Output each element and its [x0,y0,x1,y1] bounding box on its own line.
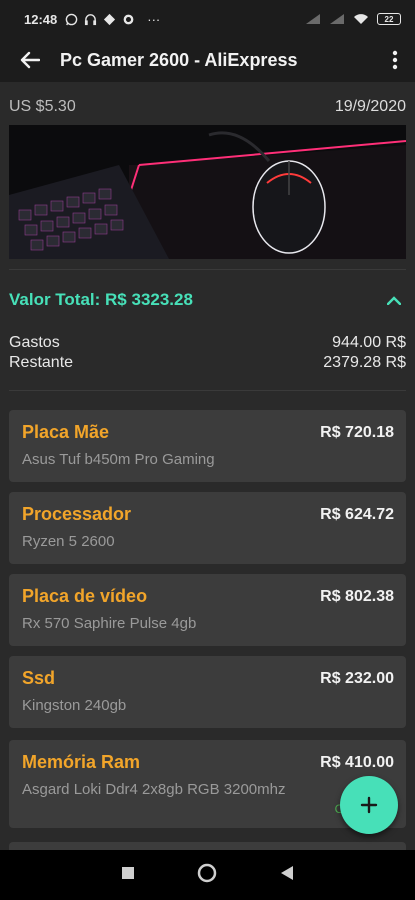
item-detail: Asgard Loki Ddr4 2x8gb RGB 3200mhz [22,781,286,798]
recents-button[interactable] [121,866,135,885]
collapse-button[interactable] [382,288,406,312]
item-detail: Kingston 240gb [22,697,127,714]
item-name: Processador [22,504,132,524]
arrow-back-icon [20,51,40,69]
item-price: R$ 720.18 [320,424,394,441]
headphones-icon [85,13,97,25]
spent-value: 944.00 R$ [332,334,406,351]
total-value: Valor Total: R$ 3323.28 [9,290,193,309]
page-title: Pc Gamer 2600 - AliExpress [60,49,298,70]
overflow-menu-button[interactable] [375,38,415,82]
list-item[interactable]: Ssd Kingston 240gb R$ 232.00 [9,656,406,728]
back-button[interactable] [0,38,60,82]
add-item-button[interactable] [340,776,398,834]
item-name: Placa de vídeo [22,586,148,606]
signal-icon [306,14,320,24]
item-name: Ssd [22,668,56,688]
remaining-label: Restante [9,354,74,371]
build-banner-image [9,125,406,259]
circle-icon [198,863,217,882]
list-item[interactable]: Placa Mãe Asus Tuf b450m Pro Gaming R$ 7… [9,410,406,482]
status-time: 12:48 [24,11,58,27]
home-button[interactable] [197,863,217,888]
divider [9,269,406,270]
status-bar: 12:48 ··· 22 [0,0,415,38]
build-date: 19/9/2020 [334,98,406,115]
item-price: R$ 410.00 [320,754,394,771]
content-area[interactable]: US $5.30 19/9/2020 Valor Total: R$ 3323.… [0,82,415,850]
system-navigation-bar [0,850,415,900]
app-bar: Pc Gamer 2600 - AliExpress [0,38,415,82]
list-item[interactable]: Processador Ryzen 5 2600 R$ 624.72 [9,492,406,564]
list-item[interactable] [9,842,406,850]
square-icon [122,866,135,879]
item-price: R$ 232.00 [320,670,394,687]
more-notifications-icon: ··· [147,11,161,27]
chevron-up-icon [387,295,401,305]
item-detail: Ryzen 5 2600 [22,533,115,550]
item-price: R$ 802.38 [320,588,394,605]
wifi-icon [354,14,368,24]
item-detail: Rx 570 Saphire Pulse 4gb [22,615,197,632]
more-vert-icon [392,50,398,70]
item-detail: Asus Tuf b450m Pro Gaming [22,451,215,468]
plus-icon [360,796,378,814]
system-icons: 22 [305,13,401,25]
item-price: R$ 624.72 [320,506,394,523]
spent-row: Gastos 944.00 R$ [9,334,406,352]
back-nav-button[interactable] [280,865,294,886]
notification-icons: ··· [65,12,160,27]
triangle-back-icon [280,865,293,880]
item-name: Memória Ram [22,752,141,772]
signal-icon-2 [330,14,344,24]
remaining-value: 2379.28 R$ [323,354,406,371]
item-name: Placa Mãe [22,422,110,442]
whatsapp-icon [65,13,78,25]
remaining-row: Restante 2379.28 R$ [9,354,406,372]
battery-icon: 22 [377,13,401,25]
settings-icon [123,14,134,24]
list-item[interactable]: Placa de vídeo Rx 570 Saphire Pulse 4gb … [9,574,406,646]
total-section-header[interactable]: Valor Total: R$ 3323.28 [9,288,406,312]
navigation-icon [104,13,116,25]
divider [9,390,406,391]
shipping-price: US $5.30 [9,98,76,115]
build-meta: US $5.30 19/9/2020 [9,98,406,116]
spent-label: Gastos [9,334,60,351]
